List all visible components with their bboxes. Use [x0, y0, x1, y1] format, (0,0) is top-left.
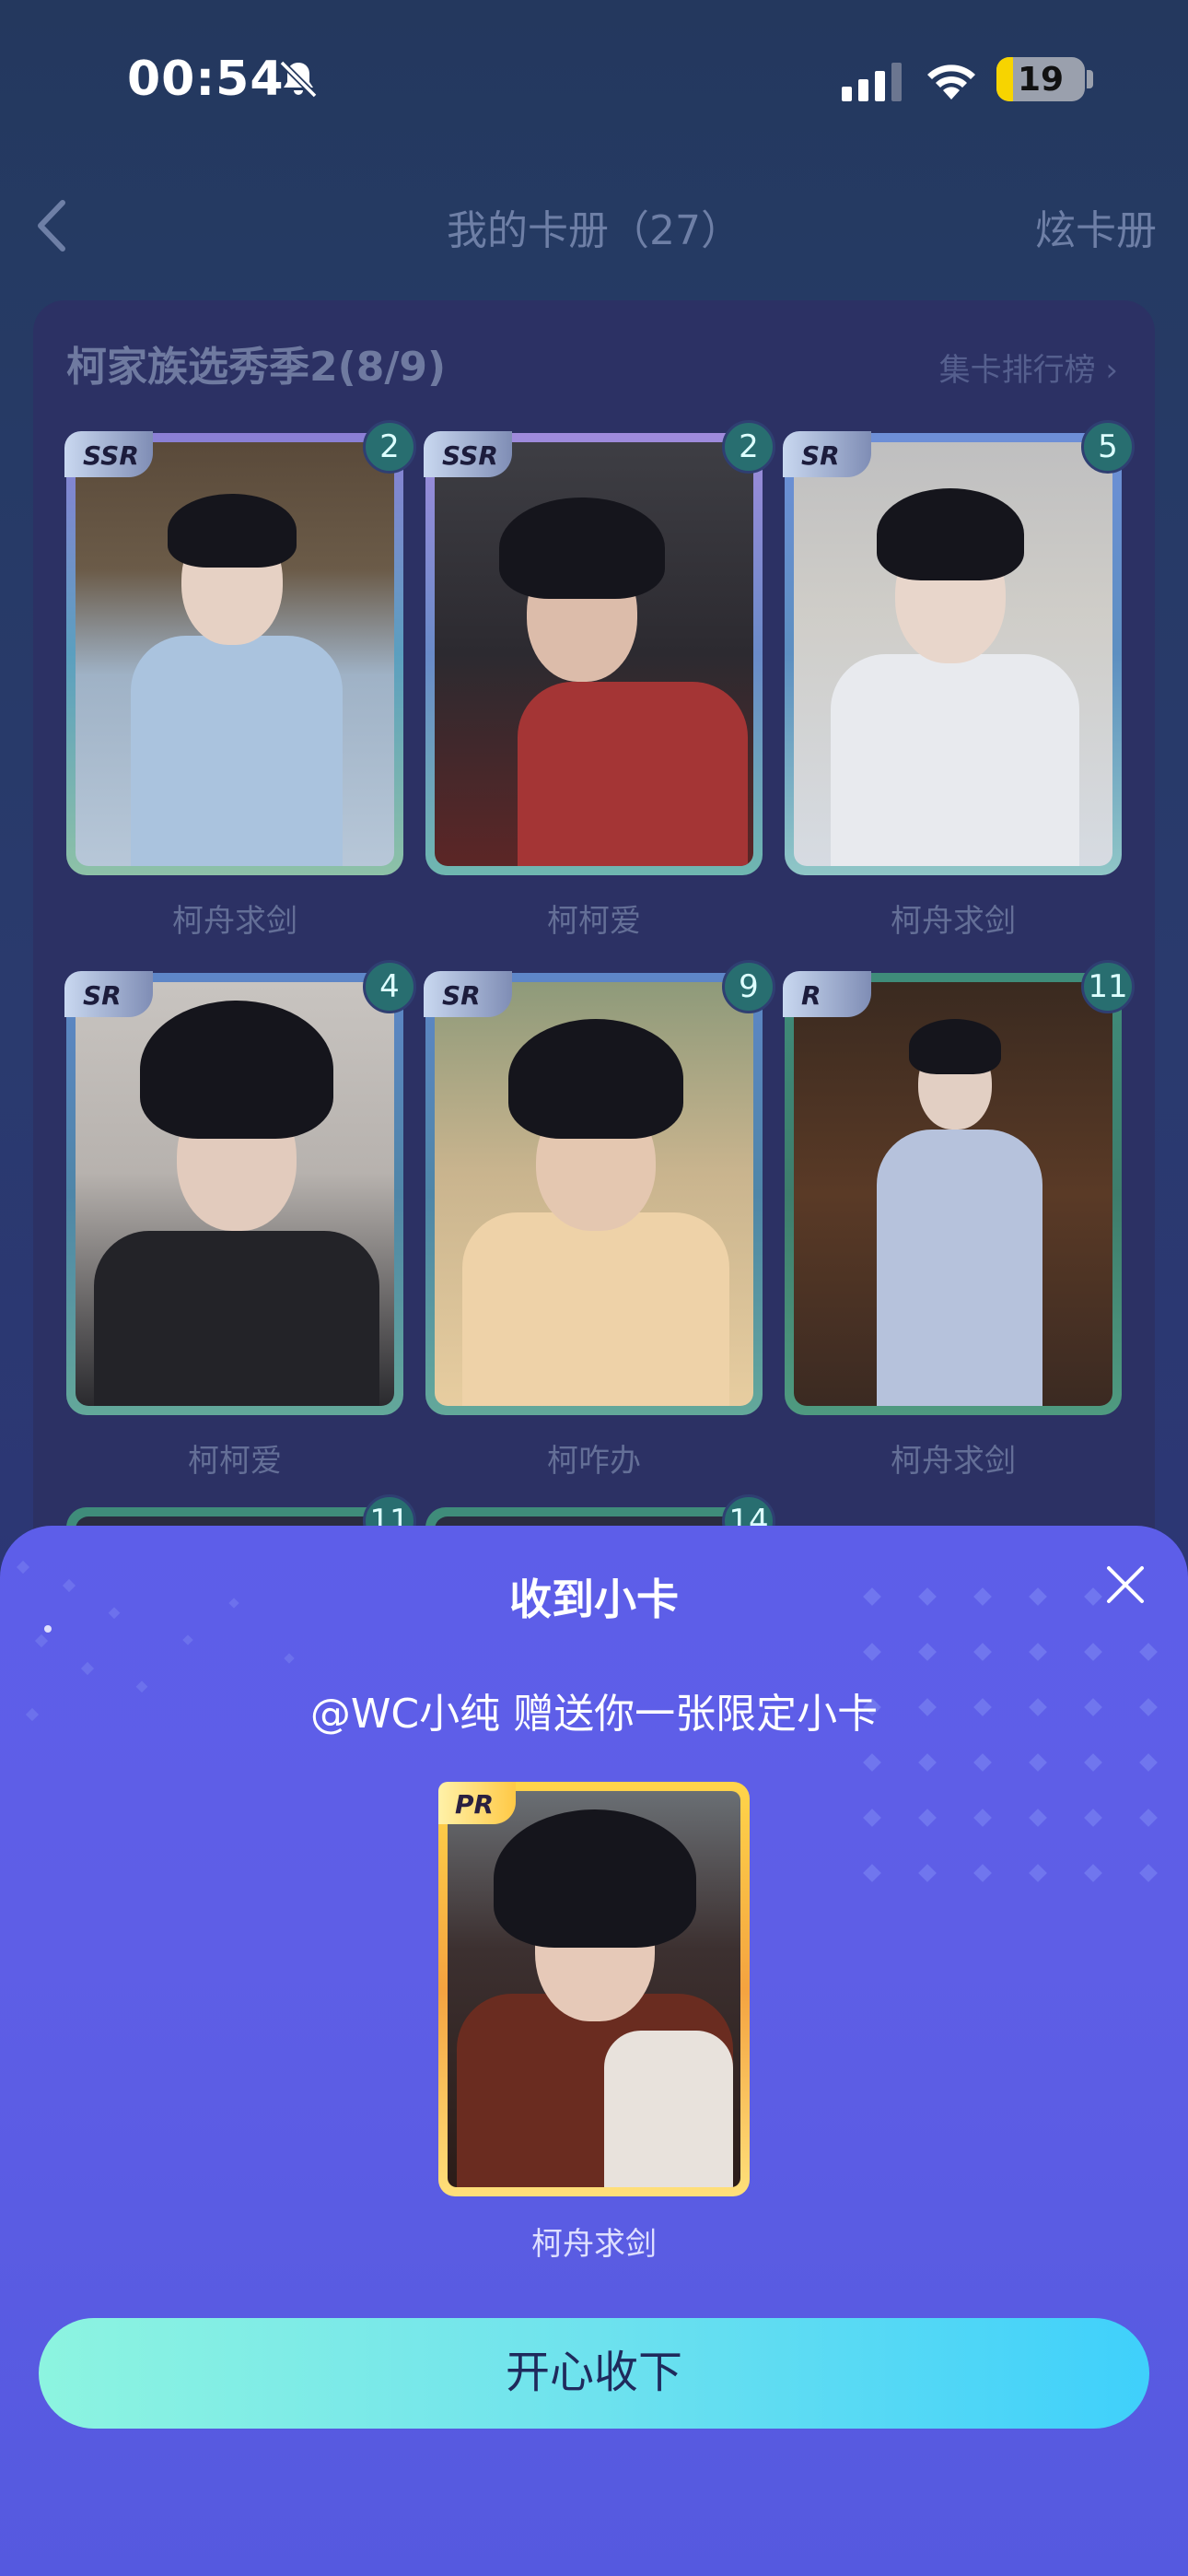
card-figure — [462, 1212, 729, 1406]
count-badge: 5 — [1081, 420, 1135, 474]
rarity-badge: PR — [438, 1782, 516, 1824]
count-badge: 11 — [1081, 960, 1135, 1013]
album-panel: 柯家族选秀季2(8/9) 集卡排行榜 › SSR 2 柯舟求剑 SSR 2 柯柯… — [33, 300, 1155, 1950]
card-hair — [499, 498, 665, 599]
chevron-right-icon: › — [1105, 352, 1118, 389]
battery-icon: 19 — [996, 57, 1085, 101]
signal-icon — [842, 63, 902, 101]
gift-sheet: 收到小卡 @WC小纯 赠送你一张限定小卡 PR 柯舟求剑 开心收下 — [0, 1526, 1188, 2576]
card-label: 柯柯爱 — [188, 1443, 282, 1480]
card-figure — [131, 636, 343, 866]
card-photo — [435, 442, 753, 866]
card-label: 柯舟求剑 — [891, 903, 1016, 940]
card-figure — [877, 1130, 1042, 1406]
rarity-badge: SR — [783, 431, 871, 477]
gift-card[interactable]: PR — [438, 1782, 750, 2196]
card-hair — [140, 1001, 333, 1139]
card-photo — [76, 442, 394, 866]
card-figure-scarf — [604, 2031, 733, 2187]
rarity-badge: R — [783, 971, 871, 1017]
card-hair — [877, 488, 1024, 580]
battery-nub — [1087, 70, 1093, 88]
page-title: 我的卡册（27） — [447, 207, 741, 254]
gift-message: @WC小纯 赠送你一张限定小卡 — [309, 1691, 879, 1738]
count-badge: 2 — [722, 420, 775, 474]
wifi-icon — [927, 64, 975, 100]
card-photo — [76, 982, 394, 1406]
rank-link[interactable]: 集卡排行榜 › — [939, 345, 1118, 390]
card-hair — [494, 1809, 696, 1948]
status-bar: 00:54 19 — [0, 0, 1188, 157]
album-title: 柯家族选秀季2(8/9) — [66, 344, 447, 391]
rarity-badge: SR — [64, 971, 153, 1017]
gift-card-photo — [448, 1791, 740, 2187]
close-icon[interactable] — [1100, 1559, 1151, 1610]
album-card[interactable]: SR 9 — [424, 960, 775, 1415]
status-time: 00:54 — [127, 52, 285, 107]
rarity-badge: SR — [424, 971, 512, 1017]
card-figure — [94, 1231, 379, 1406]
dot-pattern-right — [863, 1587, 1158, 1882]
count-badge: 4 — [363, 960, 416, 1013]
album-card[interactable]: SSR 2 — [424, 420, 775, 875]
show-album-button[interactable]: 炫卡册 — [1035, 197, 1157, 256]
gift-card-label: 柯舟求剑 — [531, 2226, 657, 2263]
card-figure — [518, 682, 748, 866]
card-label: 柯舟求剑 — [172, 903, 297, 940]
album-card[interactable]: SR 4 — [64, 960, 416, 1415]
card-hair — [168, 494, 297, 568]
album-card[interactable]: SSR 2 — [64, 420, 416, 875]
accept-button[interactable]: 开心收下 — [39, 2318, 1149, 2429]
card-figure — [831, 654, 1079, 866]
sheet-title: 收到小卡 — [509, 1575, 679, 1624]
rank-link-label: 集卡排行榜 — [938, 352, 1096, 389]
album-card[interactable]: SR 5 — [783, 420, 1135, 875]
count-badge: 9 — [722, 960, 775, 1013]
album-card[interactable]: R 11 — [783, 960, 1135, 1415]
card-label: 柯柯爱 — [547, 903, 641, 940]
card-photo — [794, 442, 1112, 866]
count-badge: 2 — [363, 420, 416, 474]
card-photo — [435, 982, 753, 1406]
card-hair — [508, 1019, 683, 1139]
bell-slash-icon — [279, 60, 318, 99]
card-label: 柯咋办 — [547, 1443, 641, 1480]
card-label: 柯舟求剑 — [891, 1443, 1016, 1480]
rarity-badge: SSR — [64, 431, 153, 477]
card-photo — [794, 982, 1112, 1406]
card-hair — [909, 1019, 1001, 1074]
rarity-badge: SSR — [424, 431, 512, 477]
battery-level: 19 — [1017, 61, 1065, 99]
nav-bar: 我的卡册（27） 炫卡册 — [0, 184, 1188, 267]
